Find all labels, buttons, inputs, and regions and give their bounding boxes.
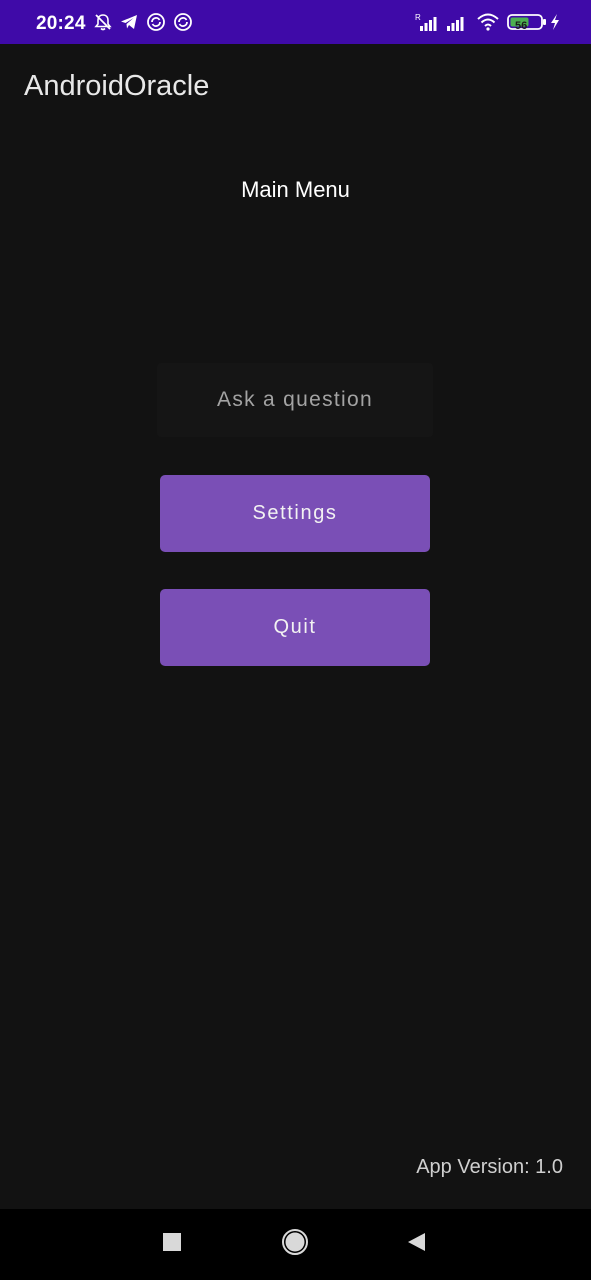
- app-version-label: App Version: 1.0: [416, 1156, 563, 1178]
- bell-off-icon: [93, 12, 113, 32]
- telegram-icon: [119, 12, 139, 32]
- app-screen: 20:24 R 56 AndroidOracle Main Menu Ask a…: [0, 0, 591, 1280]
- back-button[interactable]: [396, 1209, 436, 1280]
- back-triangle-icon: [405, 1231, 427, 1258]
- sync-icon: [173, 12, 193, 32]
- svg-text:R: R: [415, 13, 421, 22]
- signal-r-icon: R: [414, 12, 440, 32]
- recents-square-icon: [162, 1232, 182, 1257]
- ask-question-button[interactable]: Ask a question: [157, 363, 433, 437]
- recents-button[interactable]: [152, 1209, 192, 1280]
- quit-button[interactable]: Quit: [160, 589, 430, 666]
- app-title: AndroidOracle: [24, 70, 210, 102]
- wifi-icon: [476, 12, 500, 32]
- main-menu-title: Main Menu: [241, 177, 350, 202]
- settings-button[interactable]: Settings: [160, 475, 430, 552]
- status-time: 20:24: [36, 13, 86, 34]
- status-bar: 20:24 R 56: [0, 0, 591, 44]
- home-circle-icon: [281, 1228, 309, 1261]
- navigation-bar: [0, 1209, 591, 1280]
- home-button[interactable]: [275, 1209, 315, 1280]
- charging-icon: [549, 12, 561, 32]
- signal-icon: [445, 12, 469, 32]
- battery-level: 56: [515, 20, 528, 32]
- sync-icon: [146, 12, 166, 32]
